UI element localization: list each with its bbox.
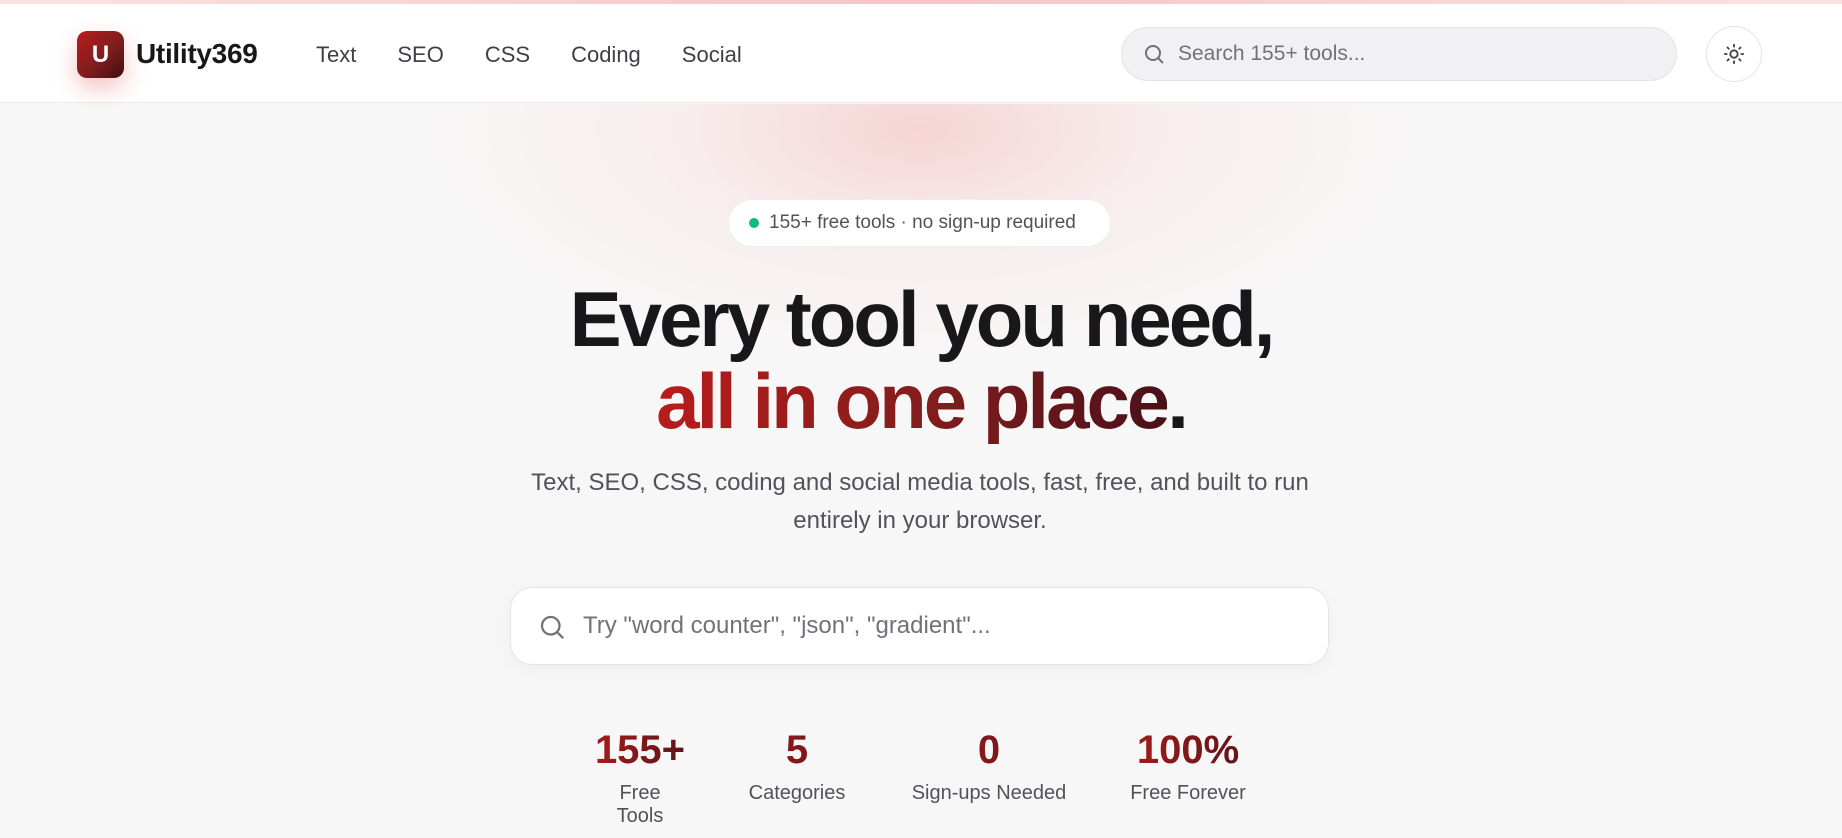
- stat-free-forever: 100% Free Forever: [1126, 726, 1250, 805]
- logo-text[interactable]: Utility369: [136, 38, 258, 70]
- hero-headline-period: .: [1167, 357, 1189, 445]
- hero-headline-accent: all in one place: [656, 357, 1170, 445]
- site-header: U Utility369 Text SEO CSS Coding Social: [0, 4, 1842, 103]
- header-search-input[interactable]: [1178, 28, 1658, 80]
- sun-icon: [1723, 43, 1745, 65]
- hero-headline-line1: Every tool you need,: [569, 275, 1276, 363]
- nav-link-coding[interactable]: Coding: [571, 42, 641, 68]
- search-icon: [1145, 45, 1164, 64]
- main-nav: Text SEO CSS Coding Social: [316, 42, 783, 68]
- search-icon: [540, 615, 565, 640]
- stat-value: 155+: [594, 728, 686, 772]
- logo-mark[interactable]: U: [77, 31, 124, 78]
- hero-badge-text: 155+ free tools · no sign-up required: [769, 212, 1076, 233]
- theme-toggle-button[interactable]: [1706, 26, 1762, 82]
- hero-headline-line2: all in one place.: [0, 360, 1842, 442]
- stat-signups: 0 Sign-ups Needed: [905, 726, 1073, 805]
- stat-label: Categories: [748, 782, 846, 804]
- nav-link-text[interactable]: Text: [316, 42, 356, 68]
- stat-categories: 5 Categories: [742, 726, 852, 805]
- stat-value: 100%: [1126, 726, 1250, 774]
- nav-link-css[interactable]: CSS: [485, 42, 530, 68]
- hero-search: [510, 587, 1329, 665]
- hero-badge: 155+ free tools · no sign-up required: [728, 199, 1111, 247]
- stat-value: 5: [742, 726, 852, 774]
- status-dot-icon: [749, 218, 759, 228]
- hero-search-input[interactable]: [583, 588, 1303, 664]
- nav-link-seo[interactable]: SEO: [397, 42, 443, 68]
- stat-label: Free Tools: [616, 782, 664, 827]
- stat-label: Sign-ups Needed: [911, 782, 1067, 804]
- stat-value: 0: [905, 726, 1073, 774]
- stat-label: Free Forever: [1130, 782, 1246, 804]
- stat-free-tools: 155+ Free Tools: [594, 726, 686, 828]
- hero-subtitle: Text, SEO, CSS, coding and social media …: [531, 469, 1309, 534]
- header-search: [1121, 27, 1677, 81]
- nav-link-social[interactable]: Social: [682, 42, 742, 68]
